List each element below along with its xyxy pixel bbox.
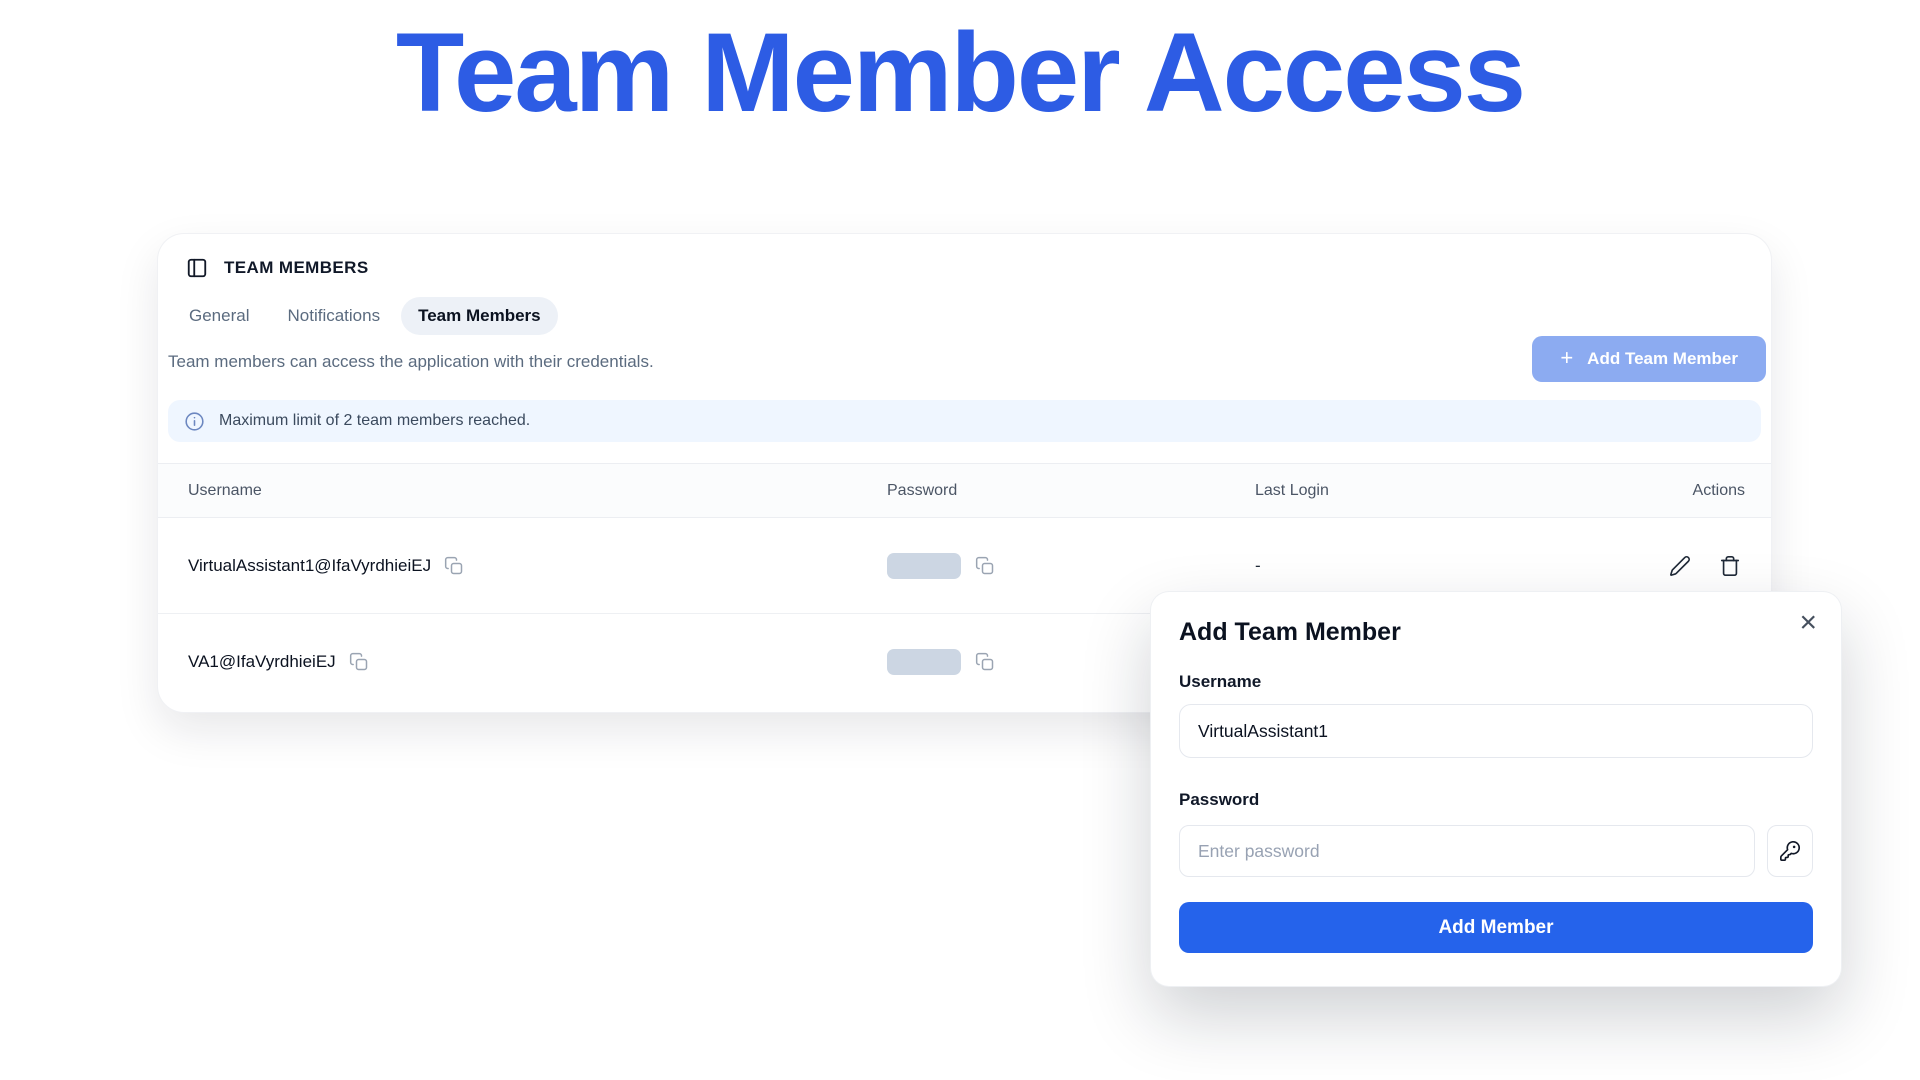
pencil-icon [1669,555,1691,577]
modal-close-button[interactable]: × [1795,604,1821,642]
username-cell: VA1@IfaVyrdhieiEJ [188,652,887,672]
generate-password-button[interactable] [1767,825,1813,877]
tab-general[interactable]: General [172,297,266,335]
page: Team Member Access TEAM MEMBERS General … [0,0,1920,1080]
team-members-description: Team members can access the application … [168,352,654,372]
edit-member-button[interactable] [1669,555,1691,577]
last-login-value: - [1255,556,1635,576]
tab-team-members[interactable]: Team Members [401,297,558,335]
copy-icon [349,652,369,672]
add-team-member-label: Add Team Member [1587,349,1738,369]
password-label: Password [1179,790,1259,810]
username-text: VA1@IfaVyrdhieiEJ [188,652,336,672]
add-team-member-button[interactable]: + Add Team Member [1532,336,1766,382]
modal-title: Add Team Member [1179,618,1813,647]
col-password: Password [887,482,1255,500]
copy-password-button[interactable] [975,652,995,672]
panel-toggle-icon[interactable] [186,257,208,279]
plus-icon: + [1560,345,1573,371]
key-icon [1779,840,1801,862]
limit-banner-text: Maximum limit of 2 team members reached. [219,412,530,430]
username-label: Username [1179,672,1261,692]
col-actions: Actions [1693,482,1745,500]
password-masked-pill [887,553,961,579]
username-input[interactable] [1179,704,1813,758]
copy-username-button[interactable] [444,556,464,576]
add-member-button[interactable]: Add Member [1179,902,1813,953]
copy-password-button[interactable] [975,556,995,576]
password-cell [887,553,1255,579]
password-masked-pill [887,649,961,675]
add-member-modal: Add Team Member × Username Password Add … [1151,592,1841,986]
copy-icon [975,556,995,576]
card-header: TEAM MEMBERS [186,257,369,279]
username-cell: VirtualAssistant1@IfaVyrdhieiEJ [188,556,887,576]
trash-icon [1719,555,1741,577]
copy-username-button[interactable] [349,652,369,672]
close-icon: × [1799,606,1817,639]
username-text: VirtualAssistant1@IfaVyrdhieiEJ [188,556,431,576]
copy-icon [444,556,464,576]
tab-notifications[interactable]: Notifications [270,297,397,335]
delete-member-button[interactable] [1719,555,1741,577]
actions-cell [1669,555,1745,577]
tabs: General Notifications Team Members [172,297,558,335]
card-title: TEAM MEMBERS [224,258,369,278]
table-header: Username Password Last Login Actions [158,463,1771,518]
password-input[interactable] [1179,825,1755,877]
col-last-login: Last Login [1255,482,1635,500]
info-icon [184,411,205,432]
limit-banner: Maximum limit of 2 team members reached. [168,400,1761,442]
copy-icon [975,652,995,672]
col-username: Username [188,482,887,500]
page-title: Team Member Access [0,0,1920,146]
